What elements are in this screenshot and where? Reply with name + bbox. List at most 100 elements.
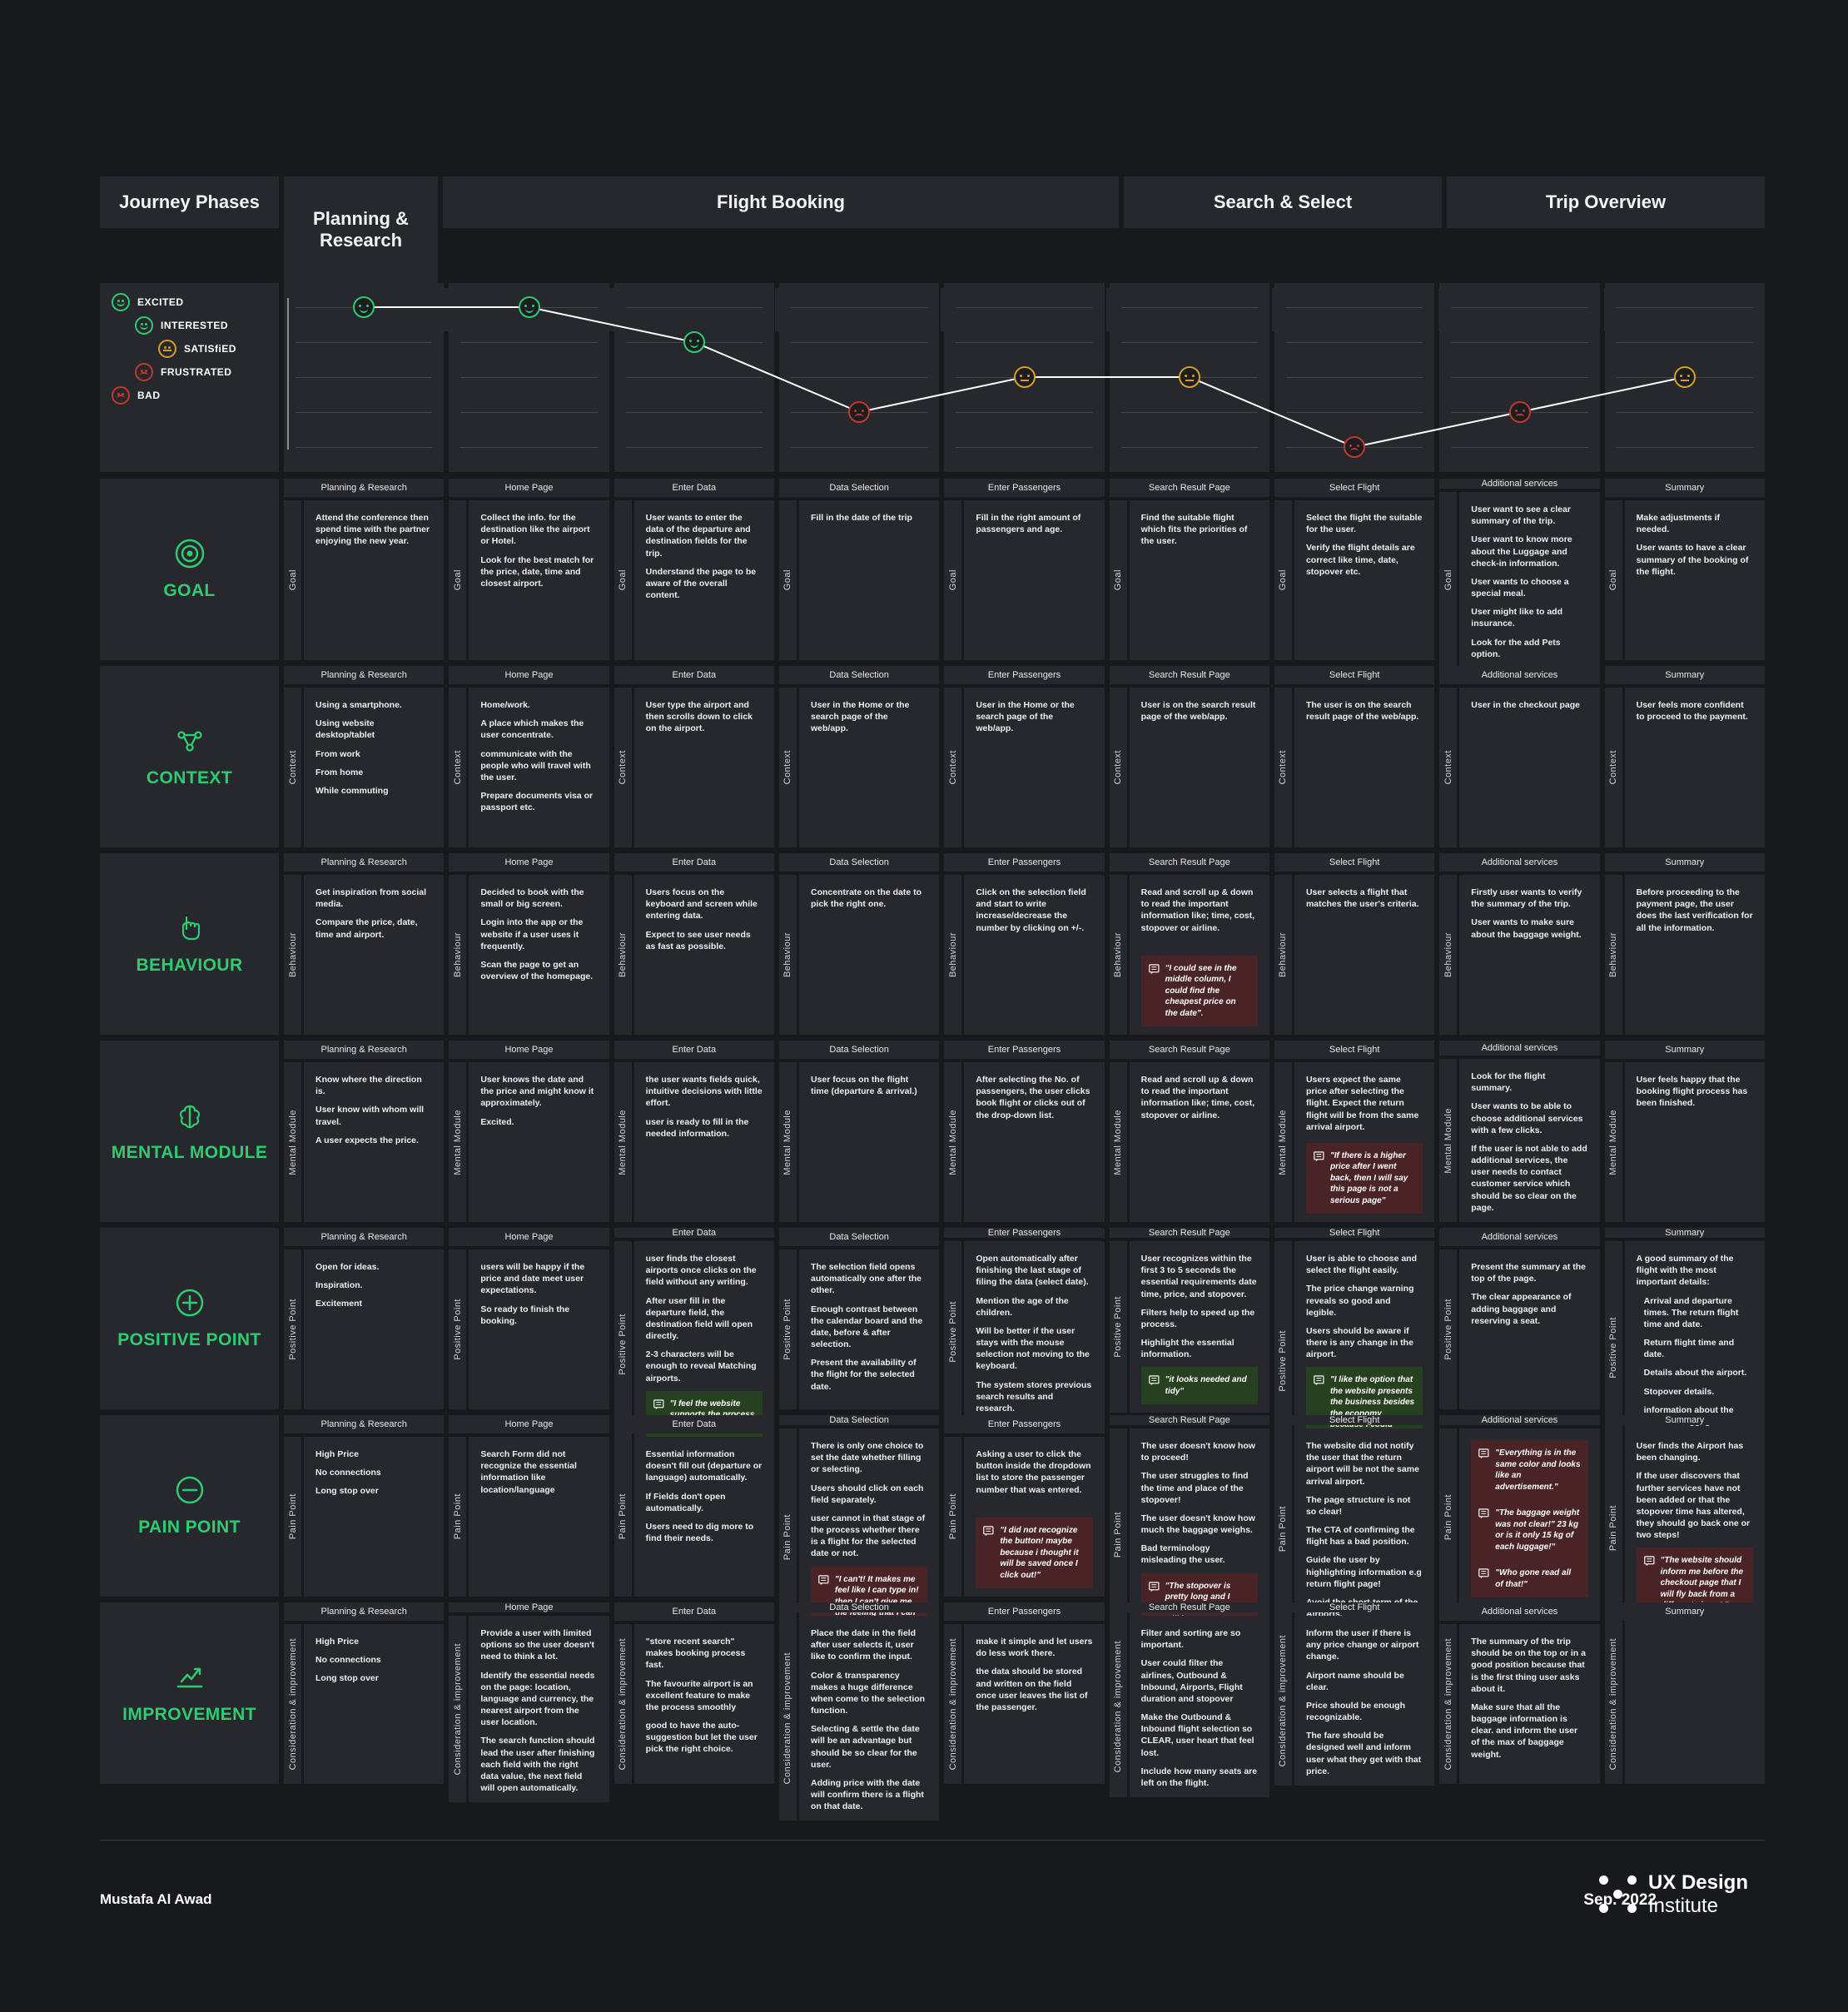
row-label-text: BEHAVIOUR — [136, 956, 243, 975]
phase-flight-booking: Flight Booking — [443, 176, 1119, 228]
cell-step-header: Planning & Research — [284, 1415, 445, 1433]
cell-vertical-label: Context — [284, 688, 301, 847]
cell-step-header: Select Flight — [1274, 479, 1435, 497]
quote-text: "I could see in the middle column, I cou… — [1165, 963, 1237, 1018]
cell-improvement-4: Enter Passengers Consideration & improvem… — [944, 1602, 1105, 1784]
emotion-point-frustrated[interactable] — [848, 401, 871, 423]
cell-paragraph: User know with whom will travel. — [315, 1105, 425, 1127]
cell-improvement-0: Planning & Research Consideration & impro… — [284, 1602, 445, 1784]
minus-circle-icon — [174, 1474, 206, 1506]
cell-step-header: Enter Passengers — [944, 1041, 1105, 1059]
emotion-point-excited[interactable] — [353, 296, 375, 318]
cell-content: User wants to enter the data of the depa… — [633, 500, 774, 660]
cell-paragraph: communicate with the people who will tra… — [480, 748, 591, 782]
cell-paragraph: User in the Home or the search page of t… — [976, 700, 1075, 734]
cell-vertical-label: Mental Module — [614, 1062, 632, 1222]
cell-content: High Price No connections Long stop over — [304, 1624, 445, 1784]
cell-vertical-label: Consideration & improvement — [1109, 1616, 1127, 1798]
cell-positive-point-8: Summary Positive Point A good summary of t… — [1604, 1228, 1765, 1455]
cell-paragraph: User feels more confident to proceed to … — [1636, 700, 1748, 723]
cell-paragraph: No connections — [315, 1468, 381, 1478]
cell-mental-module-7: Additional services Mental Module Look for… — [1439, 1041, 1600, 1222]
emotion-point-interested[interactable] — [683, 331, 705, 353]
cell-paragraph: The selection field opens automatically … — [810, 1262, 922, 1296]
cell-improvement-5: Search Result Page Consideration & improv… — [1109, 1602, 1269, 1798]
emotion-plot — [284, 283, 1765, 472]
cell-improvement-8: Summary Consideration & improvement — [1604, 1602, 1765, 1784]
row-cells: Planning & Research Positive Point Open fo… — [284, 1228, 1765, 1481]
quote-bubble-icon — [653, 1398, 664, 1410]
cell-step-header: Search Result Page — [1109, 853, 1269, 872]
cell-content: users will be happy if the price and dat… — [469, 1249, 609, 1409]
emotion-point-satisfied[interactable] — [1013, 366, 1036, 388]
cell-improvement-7: Additional services Consideration & impro… — [1439, 1602, 1600, 1784]
cell-positive-point-6: Select Flight Positive Point User is able … — [1274, 1228, 1435, 1481]
cell-paragraph: Before proceeding to the payment page, t… — [1636, 887, 1753, 933]
cell-goal-8: Summary Goal Make adjustments if needed. Us… — [1604, 479, 1765, 660]
cell-paragraph: User feels happy that the booking flight… — [1636, 1075, 1748, 1109]
cell-paragraph: Users should click on each field separat… — [810, 1483, 924, 1505]
cell-behaviour-8: Summary Behaviour Before proceeding to the… — [1604, 853, 1765, 1035]
legend-item-frustrated: FRUSTRATED — [135, 363, 231, 381]
emotion-point-frustrated[interactable] — [1508, 401, 1531, 423]
cell-content: Users expect the same price after select… — [1294, 1062, 1435, 1222]
cell-paragraph: Make adjustments if needed. — [1636, 513, 1720, 535]
cell-behaviour-1: Home Page Behaviour Decided to book with t… — [449, 853, 609, 1035]
cell-vertical-label: Mental Module — [778, 1062, 797, 1222]
cell-paragraph: User want to see a clear summary of the … — [1471, 504, 1571, 527]
cell-vertical-label: Mental Module — [1274, 1062, 1292, 1222]
row-cells: Planning & Research Context Using a smartp… — [284, 666, 1765, 847]
cell-paragraph: Airport name should be clear. — [1305, 1670, 1404, 1692]
quote-callout: "If there is a higher price after I went… — [1305, 1142, 1423, 1214]
cell-context-0: Planning & Research Context Using a smartp… — [284, 666, 445, 847]
cell-vertical-label: Consideration & improvement — [1439, 1624, 1458, 1784]
cell-step-header: Select Flight — [1274, 1228, 1435, 1238]
cell-paragraph: The user doesn't know how much the bagga… — [1140, 1513, 1255, 1536]
cell-vertical-label: Mental Module — [1439, 1059, 1458, 1222]
cell-step-header: Additional services — [1439, 1041, 1600, 1056]
cell-paragraph: Place the date in the field after user s… — [810, 1628, 917, 1662]
cell-paragraph: Understand the page to be aware of the o… — [645, 566, 757, 601]
row-label-context: CONTEXT — [100, 666, 279, 847]
cell-paragraph: Attend the conference then spend time wi… — [315, 513, 430, 547]
cell-content: Firstly user wants to verify the summary… — [1459, 875, 1600, 1035]
cell-paragraph: Read and scroll up & down to read the im… — [1140, 1075, 1255, 1120]
cell-positive-point-5: Search Result Page Positive Point User rec… — [1109, 1228, 1269, 1413]
cell-step-header: Enter Data — [614, 853, 774, 872]
cell-paragraph: user is ready to fill in the needed info… — [645, 1116, 749, 1139]
cell-paragraph: User want to know more about the Luggage… — [1471, 534, 1572, 569]
cell-content: Present the summary at the top of the pa… — [1459, 1249, 1600, 1409]
cell-step-header: Enter Passengers — [944, 666, 1105, 684]
cell-context-6: Select Flight Context The user is on the s… — [1274, 666, 1435, 847]
emotion-point-bad[interactable] — [1344, 436, 1366, 458]
emotion-face-icon — [135, 363, 153, 381]
cell-content: User feels happy that the booking flight… — [1624, 1062, 1765, 1222]
cell-context-3: Data Selection Context User in the Home or… — [778, 666, 940, 847]
brand-logo: UX Design Institute — [1598, 1871, 1748, 1917]
emotion-point-satisfied[interactable] — [1673, 366, 1696, 388]
row-label-text: PAIN POINT — [138, 1518, 241, 1537]
emotion-point-satisfied[interactable] — [1178, 366, 1200, 388]
cell-step-header: Summary — [1604, 1041, 1765, 1059]
cell-content: User recognizes within the first 3 to 5 … — [1129, 1241, 1269, 1413]
cell-behaviour-2: Enter Data Behaviour Users focus on the ke… — [614, 853, 774, 1035]
cell-vertical-label: Context — [1109, 688, 1127, 847]
cell-step-header: Enter Data — [614, 1228, 774, 1238]
cell-paragraph: Read and scroll up & down to read the im… — [1140, 887, 1255, 933]
cell-content: Inform the user if there is any price ch… — [1294, 1616, 1435, 1786]
legend-item-bad: BAD — [112, 386, 161, 405]
row-label-pain-point: PAIN POINT — [100, 1415, 279, 1597]
cell-goal-5: Search Result Page Goal Find the suitable … — [1109, 479, 1269, 660]
cell-paragraph: user cannot in that stage of the process… — [810, 1513, 926, 1559]
emotion-point-excited[interactable] — [518, 296, 540, 318]
cell-step-header: Enter Passengers — [944, 1415, 1105, 1433]
cell-paragraph: Open automatically after finishing the l… — [976, 1254, 1089, 1288]
cell-paragraph: Present the availability of the flight f… — [810, 1358, 917, 1392]
row-cells: Planning & Research Goal Attend the confer… — [284, 479, 1765, 668]
cell-paragraph: Verify the flight details are correct li… — [1305, 543, 1415, 577]
cell-paragraph: Find the suitable flight which fits the … — [1140, 513, 1248, 547]
cell-paragraph: Will be better if the user stays with th… — [976, 1325, 1090, 1372]
cell-vertical-label: Pain Point — [284, 1437, 301, 1597]
cell-step-header: Select Flight — [1274, 1415, 1435, 1425]
cell-vertical-label: Consideration & improvement — [449, 1616, 467, 1803]
